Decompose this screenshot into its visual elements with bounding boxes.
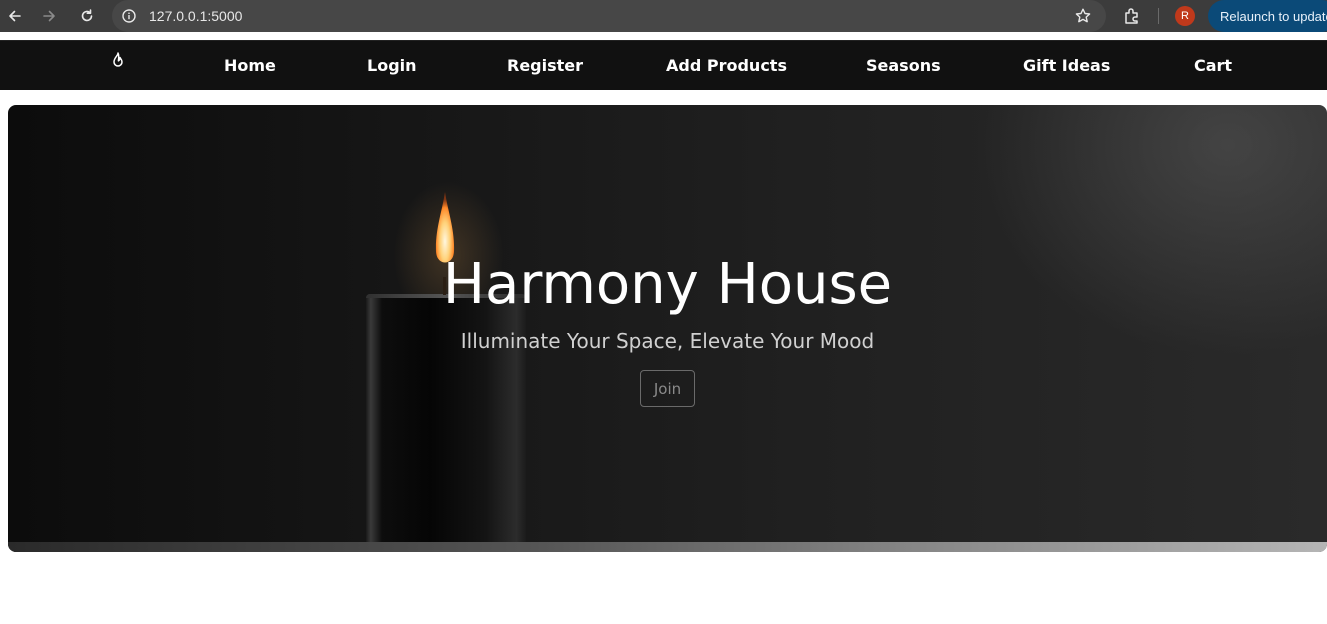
hero-banner: Harmony House Illuminate Your Space, Ele… <box>8 105 1327 552</box>
reload-button[interactable] <box>75 4 99 28</box>
nav-seasons[interactable]: Seasons <box>866 56 941 75</box>
nav-gift-ideas[interactable]: Gift Ideas <box>1023 56 1110 75</box>
forward-icon <box>43 10 55 22</box>
site-info-icon[interactable] <box>121 8 137 24</box>
profile-avatar[interactable]: R <box>1175 6 1195 26</box>
nav-cart[interactable]: Cart <box>1194 56 1232 75</box>
nav-login[interactable]: Login <box>367 56 417 75</box>
forward-button[interactable] <box>37 4 61 28</box>
relaunch-button[interactable]: Relaunch to update <box>1208 0 1327 32</box>
join-button[interactable]: Join <box>640 370 695 407</box>
url-text[interactable]: 127.0.0.1:5000 <box>149 8 242 24</box>
back-icon <box>9 10 21 22</box>
address-bar[interactable]: 127.0.0.1:5000 <box>112 0 1106 32</box>
site-navbar: Home Login Register Add Products Seasons… <box>0 40 1327 90</box>
browser-toolbar: 127.0.0.1:5000 R Relaunch to update <box>0 0 1327 32</box>
nav-add-products[interactable]: Add Products <box>666 56 787 75</box>
nav-register[interactable]: Register <box>507 56 583 75</box>
nav-home[interactable]: Home <box>224 56 276 75</box>
hero-subtitle: Illuminate Your Space, Elevate Your Mood <box>460 329 875 353</box>
hero-title: Harmony House <box>442 252 893 317</box>
bookmark-star-icon[interactable] <box>1074 7 1092 25</box>
back-button[interactable] <box>3 4 27 28</box>
flame-icon[interactable] <box>110 52 126 70</box>
extensions-icon[interactable] <box>1122 6 1142 26</box>
toolbar-divider <box>1158 8 1159 24</box>
reload-icon <box>81 9 93 22</box>
